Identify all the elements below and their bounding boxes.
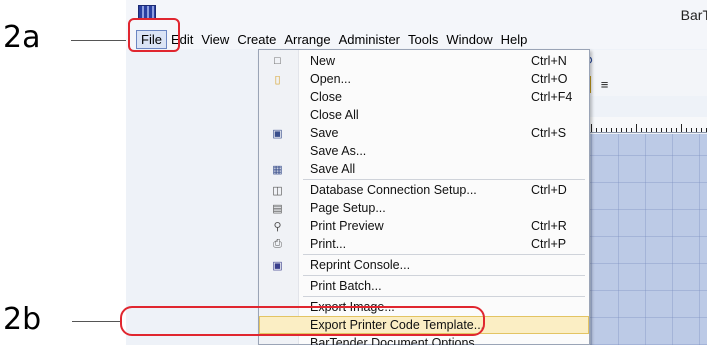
menu-item-save[interactable]: ▣ Save Ctrl+S (259, 124, 589, 142)
ruler-tick (651, 128, 652, 132)
menu-item-label: Reprint Console... (310, 258, 411, 272)
annotation-file-menu-highlight (128, 18, 180, 52)
menu-item-close-all[interactable]: Close All (259, 106, 589, 124)
menu-arrange[interactable]: Arrange (280, 30, 334, 49)
bartender-app-icon (138, 5, 156, 19)
menu-separator (303, 179, 585, 180)
menu-separator (303, 296, 585, 297)
menu-item-page-setup[interactable]: ▤ Page Setup... (259, 199, 589, 217)
menu-item-shortcut: Ctrl+D (531, 183, 567, 197)
menu-item-reprint-console[interactable]: ▣ Reprint Console... (259, 256, 589, 274)
menu-item-save-all[interactable]: ▦ Save All (259, 160, 589, 178)
menu-item-label: Close (310, 90, 342, 104)
menu-item-database-connection-setup[interactable]: ◫ Database Connection Setup... Ctrl+D (259, 181, 589, 199)
menu-window[interactable]: Window (442, 30, 496, 49)
print-preview-icon: ⚲ (273, 220, 282, 233)
page-setup-icon: ▤ (272, 202, 283, 215)
menu-item-label: Save As... (310, 144, 367, 158)
ruler-tick (656, 128, 657, 132)
align-center-icon[interactable]: ≡ (596, 76, 613, 93)
ruler-tick (591, 124, 592, 132)
ruler-tick (606, 128, 607, 132)
menu-item-shortcut: Ctrl+O (531, 72, 568, 86)
menu-item-shortcut: Ctrl+F4 (531, 90, 573, 104)
open-folder-icon: ▯ (274, 73, 281, 86)
ruler-tick (616, 128, 617, 132)
reprint-console-icon: ▣ (272, 259, 283, 272)
menu-bar: File Edit View Create Arrange Administer… (126, 30, 707, 49)
ruler-tick (636, 124, 637, 132)
menu-tools[interactable]: Tools (404, 30, 442, 49)
menu-item-label: BarTender Document Options... (310, 336, 486, 345)
menu-create[interactable]: Create (233, 30, 280, 49)
menu-item-save-as[interactable]: Save As... (259, 142, 589, 160)
menu-item-label: Open... (310, 72, 351, 86)
bartender-window: BarT File Edit View Create Arrange Admin… (126, 0, 707, 345)
ruler-tick (671, 128, 672, 132)
callout-2a-line (71, 40, 127, 41)
menu-item-shortcut: Ctrl+S (531, 126, 567, 140)
title-bar: BarT (126, 0, 707, 30)
menu-item-new[interactable]: □ New Ctrl+N (259, 52, 589, 70)
menu-item-print-preview[interactable]: ⚲ Print Preview Ctrl+R (259, 217, 589, 235)
save-icon: ▣ (272, 127, 283, 140)
callout-2b-line (72, 321, 120, 322)
menu-item-label: New (310, 54, 336, 68)
ruler-tick (641, 128, 642, 132)
ruler-tick (611, 128, 612, 132)
menu-item-label: Save All (310, 162, 356, 176)
ruler-tick (646, 128, 647, 132)
menu-help[interactable]: Help (497, 30, 532, 49)
ruler-tick (626, 128, 627, 132)
ruler-tick (631, 128, 632, 132)
menu-separator (303, 275, 585, 276)
menu-administer[interactable]: Administer (335, 30, 404, 49)
ruler-tick (666, 128, 667, 132)
ruler-tick (676, 128, 677, 132)
menu-item-open[interactable]: ▯ Open... Ctrl+O (259, 70, 589, 88)
ruler-tick (686, 128, 687, 132)
ruler-tick (621, 128, 622, 132)
menu-item-label: Save (310, 126, 339, 140)
menu-item-shortcut: Ctrl+R (531, 219, 567, 233)
menu-item-label: Print... (310, 237, 347, 251)
save-all-icon: ▦ (272, 163, 283, 176)
ruler-tick (661, 128, 662, 132)
ruler-tick (601, 128, 602, 132)
menu-item-shortcut: Ctrl+N (531, 54, 567, 68)
callout-2b-label: 2b (3, 302, 42, 337)
menu-item-close[interactable]: Close Ctrl+F4 (259, 88, 589, 106)
menu-separator (303, 254, 585, 255)
menu-item-label: Page Setup... (310, 201, 386, 215)
printer-icon: ⎙ (273, 237, 282, 250)
database-icon: ◫ (272, 184, 283, 197)
menu-item-label: Database Connection Setup... (310, 183, 477, 197)
menu-item-label: Print Preview (310, 219, 384, 233)
ruler-tick (696, 128, 697, 132)
menu-view[interactable]: View (197, 30, 233, 49)
annotation-export-template-highlight (120, 306, 485, 336)
menu-item-print[interactable]: ⎙ Print... Ctrl+P (259, 235, 589, 253)
menu-item-print-batch[interactable]: Print Batch... (259, 277, 589, 295)
window-title: BarT (680, 7, 707, 23)
menu-item-shortcut: Ctrl+P (531, 237, 567, 251)
new-file-icon: □ (274, 55, 281, 67)
callout-2a-label: 2a (3, 20, 41, 55)
ruler-tick (691, 128, 692, 132)
file-menu-dropdown: □ New Ctrl+N ▯ Open... Ctrl+O Close Ctrl… (258, 49, 590, 345)
ruler-tick (596, 128, 597, 132)
ruler-tick (701, 128, 702, 132)
menu-item-label: Close All (310, 108, 359, 122)
menu-item-label: Print Batch... (310, 279, 382, 293)
ruler-tick (681, 124, 682, 132)
